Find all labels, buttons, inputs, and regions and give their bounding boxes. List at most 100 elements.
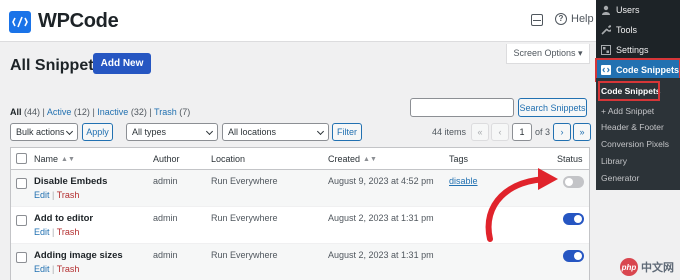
column-tags: Tags <box>449 154 469 164</box>
view-inactive-count: (32) <box>130 107 147 117</box>
watermark-text: 中文网 <box>641 262 674 274</box>
brand-name: WPCode <box>38 10 119 32</box>
admin-menu-users-label: Users <box>616 5 640 15</box>
snippet-name[interactable]: Add to editor <box>34 213 93 224</box>
admin-menu-settings[interactable]: Settings <box>596 40 680 60</box>
help-link[interactable]: ? Help <box>555 13 594 25</box>
row-checkbox[interactable] <box>16 178 27 189</box>
admin-menu-tools-label: Tools <box>616 25 638 35</box>
snippet-created: August 2, 2023 at 1:31 pm <box>328 213 434 223</box>
prev-page-button[interactable]: ‹ <box>491 123 509 141</box>
chevron-down-icon <box>316 127 325 136</box>
watermark: php 中文网 <box>620 258 674 276</box>
admin-menu-users[interactable]: Users <box>596 0 680 20</box>
trash-link[interactable]: Trash <box>57 190 80 200</box>
column-created-label: Created <box>328 154 361 164</box>
submenu-conversion-pixels[interactable]: Conversion Pixels <box>596 139 680 149</box>
row-checkbox[interactable] <box>16 252 27 263</box>
snippet-author: admin <box>153 176 178 186</box>
current-page-input[interactable]: 1 <box>512 123 532 141</box>
types-select[interactable]: All types <box>126 123 218 141</box>
snippet-author: admin <box>153 213 178 223</box>
view-trash-count: (7) <box>179 107 191 117</box>
locations-select[interactable]: All locations <box>222 123 329 141</box>
admin-sidebar: Users Tools Settings Code Snippets Code … <box>595 0 680 190</box>
search-input[interactable] <box>410 98 514 117</box>
help-icon: ? <box>555 13 567 25</box>
admin-menu-settings-label: Settings <box>616 45 649 55</box>
row-checkbox[interactable] <box>16 215 27 226</box>
wpcode-logo[interactable]: WPCode <box>9 10 119 33</box>
highlight-box <box>598 81 660 101</box>
page-title: All Snippets <box>10 57 103 74</box>
admin-menu-tools[interactable]: Tools <box>596 20 680 40</box>
wpcode-logo-icon <box>9 10 31 33</box>
apply-button[interactable]: Apply <box>82 123 113 141</box>
sort-icon: ▲▼ <box>363 156 377 163</box>
column-author: Author <box>153 154 180 164</box>
admin-submenu: Code Snippets + Add Snippet Header & Foo… <box>596 78 680 190</box>
view-filters: All (44) | Active (12) | Inactive (32) |… <box>10 107 191 117</box>
select-all-checkbox[interactable] <box>16 153 27 164</box>
submenu-add-snippet[interactable]: + Add Snippet <box>596 106 680 116</box>
bulk-actions-value: Bulk actions <box>16 127 65 137</box>
column-created[interactable]: Created ▲▼ <box>328 154 377 164</box>
chevron-down-icon <box>65 127 74 136</box>
next-page-button[interactable]: › <box>553 123 571 141</box>
trash-link[interactable]: Trash <box>57 264 80 274</box>
screen-options-button[interactable]: Screen Options ▾ <box>506 44 590 64</box>
wrench-icon <box>601 25 613 35</box>
snippet-location: Run Everywhere <box>211 250 278 260</box>
submenu-generator[interactable]: Generator <box>596 173 680 183</box>
snippet-location: Run Everywhere <box>211 176 278 186</box>
submenu-header-footer[interactable]: Header & Footer <box>596 122 680 132</box>
snippet-created: August 2, 2023 at 1:31 pm <box>328 250 434 260</box>
status-toggle[interactable] <box>563 250 584 262</box>
annotation-arrow <box>485 168 558 242</box>
page-total-label: of 3 <box>535 127 551 137</box>
snippet-name[interactable]: Adding image sizes <box>34 250 123 261</box>
help-label: Help <box>571 13 594 25</box>
bulk-actions-select[interactable]: Bulk actions <box>10 123 78 141</box>
column-name-label: Name <box>34 154 59 164</box>
view-all-count: (44) <box>24 107 41 117</box>
toggle-knob <box>574 252 582 260</box>
locations-value: All locations <box>228 127 277 137</box>
view-trash-link[interactable]: Trash <box>154 107 177 117</box>
first-page-button[interactable]: « <box>471 123 489 141</box>
last-page-button[interactable]: » <box>573 123 591 141</box>
column-status: Status <box>557 154 583 164</box>
trash-link[interactable]: Trash <box>57 227 80 237</box>
snippet-location: Run Everywhere <box>211 213 278 223</box>
view-active-count: (12) <box>73 107 90 117</box>
snippet-author: admin <box>153 250 178 260</box>
snippet-name[interactable]: Disable Embeds <box>34 176 107 187</box>
snippet-created: August 9, 2023 at 4:52 pm <box>328 176 434 186</box>
row-actions: Edit | Trash <box>34 227 80 237</box>
edit-link[interactable]: Edit <box>34 190 50 200</box>
items-count: 44 items <box>432 127 467 137</box>
add-new-button[interactable]: Add New <box>93 53 151 74</box>
edit-link[interactable]: Edit <box>34 227 50 237</box>
table-row: Adding image sizes Edit | Trash admin Ru… <box>11 244 589 280</box>
column-location: Location <box>211 154 246 164</box>
inbox-icon[interactable] <box>531 14 543 26</box>
search-snippets-button[interactable]: Search Snippets <box>518 98 587 117</box>
view-active-link[interactable]: Active <box>47 107 72 117</box>
toggle-knob <box>574 215 582 223</box>
top-header: WPCode ? Help <box>0 0 596 42</box>
column-name[interactable]: Name ▲▼ <box>34 154 75 164</box>
view-all-link[interactable]: All <box>10 107 22 117</box>
sort-icon: ▲▼ <box>61 156 75 163</box>
edit-link[interactable]: Edit <box>34 264 50 274</box>
submenu-library[interactable]: Library <box>596 156 680 166</box>
view-inactive-link[interactable]: Inactive <box>97 107 128 117</box>
row-actions: Edit | Trash <box>34 190 80 200</box>
watermark-logo: php <box>620 258 638 276</box>
settings-icon <box>601 45 611 55</box>
chevron-down-icon <box>205 127 214 136</box>
types-value: All types <box>132 127 167 137</box>
filter-button[interactable]: Filter <box>332 123 362 141</box>
row-actions: Edit | Trash <box>34 264 80 274</box>
users-icon <box>601 5 611 15</box>
